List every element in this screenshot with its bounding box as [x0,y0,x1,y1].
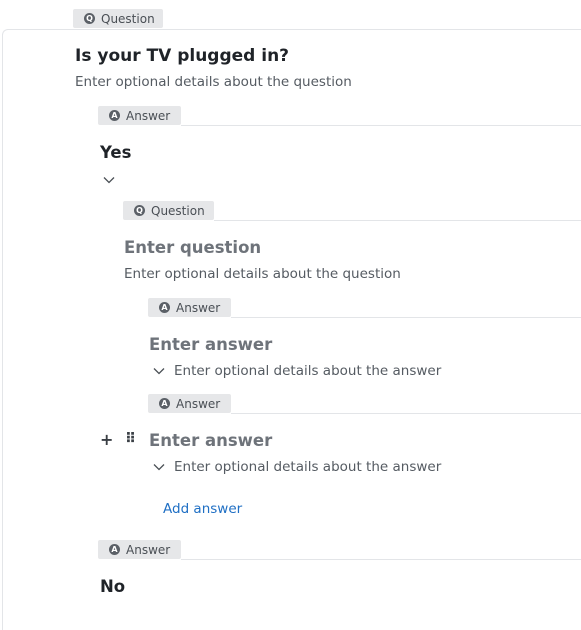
question-tag: Q Question [123,201,214,220]
chevron-down-icon[interactable] [152,364,166,378]
answer-description-field[interactable]: Enter optional details about the answer [174,363,441,379]
question-description-field[interactable]: Enter optional details about the questio… [124,266,401,282]
chevron-down-icon[interactable] [102,173,116,187]
answer-tag: A Answer [98,540,181,559]
answer-title-no[interactable]: No [100,577,125,596]
question-tag-icon: Q [84,13,95,24]
answer-divider [231,317,581,318]
answer-title-field[interactable]: Enter answer [149,335,272,354]
answer-divider [181,125,581,126]
drag-handle-icon[interactable]: ⠿ [125,431,136,447]
question-description-field[interactable]: Enter optional details about the questio… [75,74,352,90]
add-icon[interactable]: + [100,430,113,449]
answer-tag-icon: A [159,398,170,409]
answer-divider [231,413,581,414]
answer-title-field[interactable]: Enter answer [149,431,272,450]
question-tag-icon: Q [134,205,145,216]
answer-description-field[interactable]: Enter optional details about the answer [174,459,441,475]
question-divider [214,220,581,221]
answer-tag-icon: A [109,110,120,121]
answer-tag-label: Answer [176,396,221,411]
answer-tag: A Answer [148,394,231,413]
chevron-down-icon[interactable] [152,460,166,474]
answer-tag-icon: A [109,544,120,555]
answer-tag-label: Answer [126,542,171,557]
answer-tag-label: Answer [176,300,221,315]
question-tag-label: Question [101,11,155,26]
answer-tag: A Answer [98,106,181,125]
question-card [2,29,581,630]
answer-title-yes[interactable]: Yes [100,143,131,162]
question-tag: Q Question [73,9,163,28]
question-tag-label: Question [151,203,205,218]
answer-tag: A Answer [148,298,231,317]
add-answer-link[interactable]: Add answer [163,501,242,517]
answer-divider [181,559,581,560]
answer-tag-label: Answer [126,108,171,123]
answer-tag-icon: A [159,302,170,313]
question-title[interactable]: Is your TV plugged in? [75,46,289,66]
question-title-field[interactable]: Enter question [124,238,261,257]
